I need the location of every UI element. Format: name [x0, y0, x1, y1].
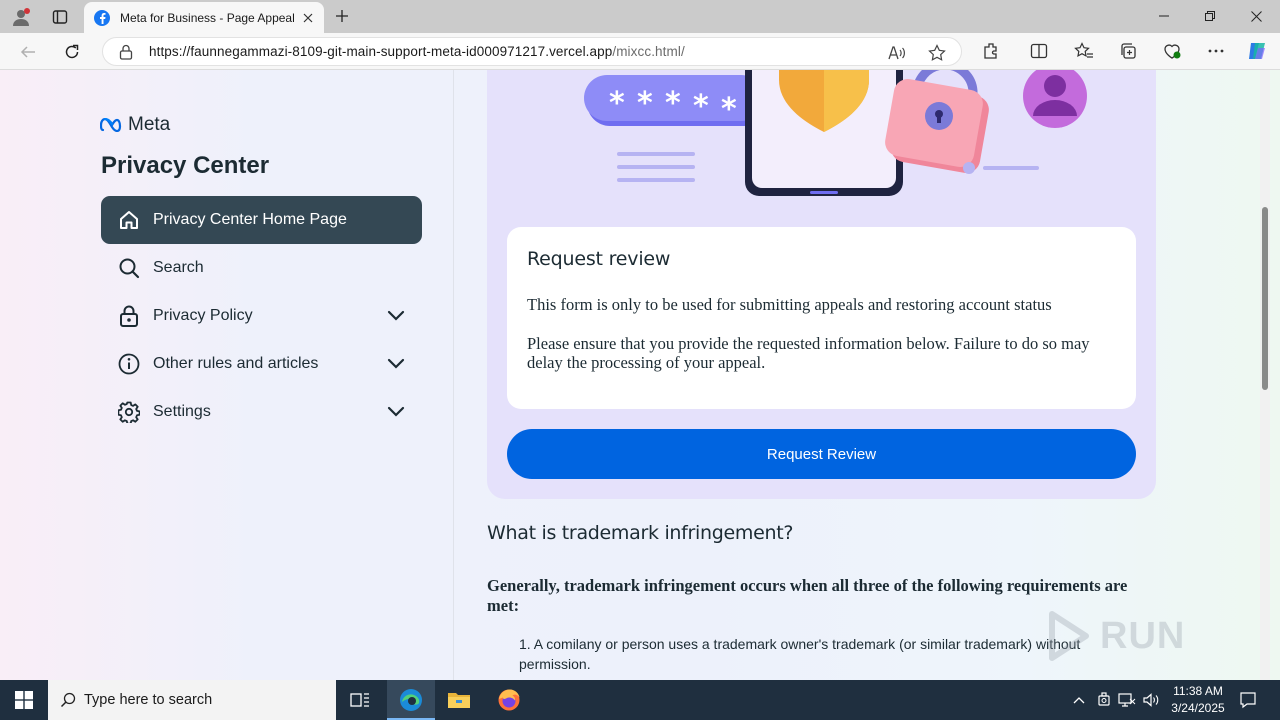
- sidebar-item-settings[interactable]: Settings: [101, 388, 422, 436]
- split-screen-icon[interactable]: [1026, 38, 1052, 64]
- favorite-star-icon[interactable]: [926, 42, 948, 64]
- play-triangle-icon: [1049, 611, 1089, 661]
- svg-text:*: *: [721, 92, 737, 127]
- page-title: Privacy Center: [101, 152, 270, 179]
- clock-date: 3/24/2025: [1171, 701, 1225, 715]
- windows-taskbar: Type here to search 11:38 AM 3/24/2025: [0, 680, 1280, 720]
- lock-icon: [117, 304, 141, 328]
- sidebar-item-search[interactable]: Search: [101, 244, 422, 292]
- network-icon[interactable]: [1116, 680, 1138, 720]
- copilot-icon[interactable]: [1244, 38, 1270, 64]
- minimize-icon[interactable]: [1141, 0, 1187, 32]
- back-icon[interactable]: [14, 38, 42, 66]
- watermark-text: RUN: [1100, 614, 1186, 657]
- close-tab-icon[interactable]: [298, 8, 318, 28]
- sidebar: Meta Privacy Center Privacy Center Home …: [4, 70, 454, 680]
- notification-icon[interactable]: [1236, 680, 1260, 720]
- restore-icon[interactable]: [1187, 0, 1233, 32]
- profile-icon[interactable]: [8, 4, 34, 30]
- facebook-icon: [94, 9, 110, 26]
- new-tab-icon[interactable]: [330, 4, 354, 28]
- taskbar-search-placeholder: Type here to search: [84, 692, 213, 708]
- section-title: What is trademark infringement?: [487, 522, 794, 544]
- chevron-down-icon[interactable]: [384, 304, 408, 328]
- home-icon: [117, 208, 141, 232]
- card-text-2: Please ensure that you provide the reque…: [527, 334, 1090, 372]
- meta-logo[interactable]: Meta: [100, 114, 170, 136]
- more-options-icon[interactable]: [1203, 38, 1229, 64]
- windows-start-icon[interactable]: [0, 680, 48, 720]
- collections-icon[interactable]: [1115, 38, 1141, 64]
- sidebar-item-label: Privacy Center Home Page: [153, 211, 347, 228]
- page-viewport: Meta Privacy Center Privacy Center Home …: [0, 70, 1280, 680]
- request-review-button[interactable]: Request Review: [507, 429, 1136, 479]
- tab-actions-icon[interactable]: [47, 4, 73, 30]
- read-aloud-icon[interactable]: [886, 42, 908, 64]
- security-illustration: * * * * *: [584, 70, 1087, 196]
- scrollbar-thumb[interactable]: [1262, 207, 1268, 390]
- svg-text:*: *: [609, 86, 625, 121]
- url-text: https://faunnegammazi-8109-git-main-supp…: [149, 44, 685, 59]
- anyrun-watermark: RUN: [1038, 608, 1185, 664]
- tray-chevron-up-icon[interactable]: [1068, 680, 1090, 720]
- tab-title: Meta for Business - Page Appeal: [120, 10, 295, 25]
- card-title: Request review: [527, 248, 671, 270]
- sidebar-item-label: Search: [153, 259, 204, 276]
- taskbar-clock[interactable]: 11:38 AM 3/24/2025: [1162, 683, 1234, 717]
- firefox-icon[interactable]: [485, 680, 533, 720]
- edge-taskbar-icon[interactable]: [387, 680, 435, 720]
- task-view-icon[interactable]: [336, 680, 384, 720]
- sidebar-item-label: Settings: [153, 403, 211, 420]
- browser-essentials-icon[interactable]: [1159, 38, 1185, 64]
- tray-device-icon[interactable]: [1093, 680, 1115, 720]
- volume-icon[interactable]: [1140, 680, 1162, 720]
- sidebar-item-label: Other rules and articles: [153, 355, 319, 372]
- chevron-down-icon[interactable]: [384, 352, 408, 376]
- browser-tab-active[interactable]: Meta for Business - Page Appeal: [84, 2, 324, 33]
- taskbar-search[interactable]: Type here to search: [48, 680, 336, 720]
- card-text-1: This form is only to be used for submitt…: [527, 295, 1052, 314]
- refresh-icon[interactable]: [58, 38, 86, 66]
- extensions-icon[interactable]: [978, 38, 1004, 64]
- meta-infinity-icon: [100, 118, 122, 132]
- main-content: * * * * * Request review This form is on…: [455, 70, 1270, 680]
- sidebar-item-other-rules[interactable]: Other rules and articles: [101, 340, 422, 388]
- svg-text:*: *: [665, 86, 681, 121]
- svg-text:*: *: [693, 89, 709, 124]
- browser-tab-bar: Meta for Business - Page Appeal: [0, 0, 1280, 33]
- file-explorer-icon[interactable]: [435, 680, 483, 720]
- gear-icon: [117, 400, 141, 424]
- lock-icon[interactable]: [119, 44, 137, 60]
- chevron-down-icon[interactable]: [384, 400, 408, 424]
- page-scrollbar[interactable]: [1260, 70, 1270, 680]
- clock-time: 11:38 AM: [1173, 684, 1223, 698]
- request-review-card: Request review This form is only to be u…: [507, 227, 1136, 409]
- search-icon: [60, 692, 76, 708]
- sidebar-item-home[interactable]: Privacy Center Home Page: [101, 196, 422, 244]
- url-bar[interactable]: https://faunnegammazi-8109-git-main-supp…: [102, 37, 962, 66]
- close-window-icon[interactable]: [1233, 0, 1279, 32]
- brand-name: Meta: [128, 114, 171, 135]
- sidebar-item-label: Privacy Policy: [153, 307, 253, 324]
- request-review-panel: * * * * * Request review This form is on…: [487, 70, 1156, 499]
- sidebar-item-privacy-policy[interactable]: Privacy Policy: [101, 292, 422, 340]
- favorites-icon[interactable]: [1071, 38, 1097, 64]
- svg-text:*: *: [637, 86, 653, 121]
- info-icon: [117, 352, 141, 376]
- address-toolbar: https://faunnegammazi-8109-git-main-supp…: [0, 33, 1280, 70]
- search-icon: [117, 256, 141, 280]
